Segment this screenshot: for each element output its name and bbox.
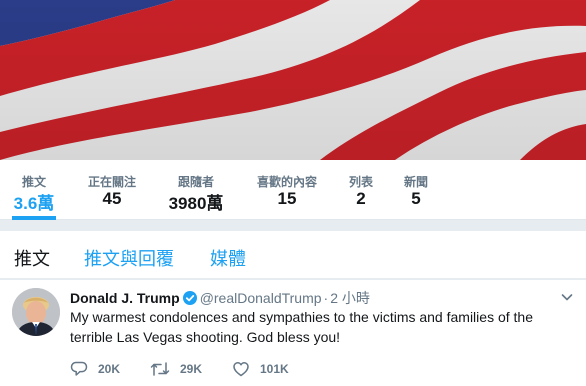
like-button[interactable]: 101K [232,359,289,379]
stat-tweets[interactable]: 推文 3.6萬 [10,160,58,220]
stat-lists-value: 2 [356,189,366,208]
profile-stats-nav: 推文 3.6萬 正在關注 45 跟隨者 3980萬 喜歡的內容 15 列表 2 … [0,160,586,220]
retweet-count: 29K [180,362,203,376]
heart-icon [232,360,250,378]
profile-banner [0,0,586,160]
retweet-icon [150,360,170,378]
chevron-down-icon[interactable] [560,290,574,304]
author-handle[interactable]: @realDonaldTrump [200,290,322,306]
tab-media[interactable]: 媒體 [210,245,246,271]
stat-tweets-value: 3.6萬 [13,194,55,213]
stat-following-value: 45 [102,189,122,208]
tweet-header: Donald J. Trump @realDonaldTrump · 2 小時 [70,288,370,308]
separator-dot: · [323,290,329,306]
stat-followers[interactable]: 跟隨者 3980萬 [163,160,229,220]
tweet-timestamp[interactable]: 2 小時 [330,290,370,306]
stat-moments[interactable]: 新聞 5 [398,160,434,220]
author-name[interactable]: Donald J. Trump [70,290,180,306]
stat-lists-label: 列表 [348,175,373,189]
stat-likes[interactable]: 喜歡的內容 15 [251,160,323,220]
stat-moments-value: 5 [411,189,421,208]
avatar-image [12,288,60,336]
stat-likes-value: 15 [277,189,297,208]
stat-likes-label: 喜歡的內容 [256,175,317,189]
stat-following-label: 正在關注 [87,175,136,189]
tab-tweets[interactable]: 推文 [14,245,50,271]
flag-banner-image [0,0,586,160]
stat-lists[interactable]: 列表 2 [343,160,379,220]
verified-badge-icon [182,291,197,308]
reply-icon [70,360,88,378]
reply-count: 20K [98,362,121,376]
tweet-text: My warmest condolences and sympathies to… [70,309,533,345]
stat-following[interactable]: 正在關注 45 [83,160,141,220]
tweet-item[interactable]: Donald J. Trump @realDonaldTrump · 2 小時 My … [0,280,586,386]
active-tab-indicator [12,216,56,220]
stat-moments-label: 新聞 [403,175,428,189]
like-count: 101K [260,362,289,376]
tweet-actions: 20K 29K 101K [70,359,390,379]
stat-followers-value: 3980萬 [168,194,224,213]
reply-button[interactable]: 20K [70,359,120,379]
stat-followers-label: 跟隨者 [177,175,214,189]
stat-tweets-label: 推文 [21,175,46,189]
retweet-button[interactable]: 29K [150,359,202,379]
avatar[interactable] [12,288,60,336]
profile-page: 推文 3.6萬 正在關注 45 跟隨者 3980萬 喜歡的內容 15 列表 2 … [0,0,586,386]
tab-tweets-and-replies[interactable]: 推文與回覆 [84,245,174,271]
timeline-tabs: 推文 推文與回覆 媒體 [0,231,586,279]
